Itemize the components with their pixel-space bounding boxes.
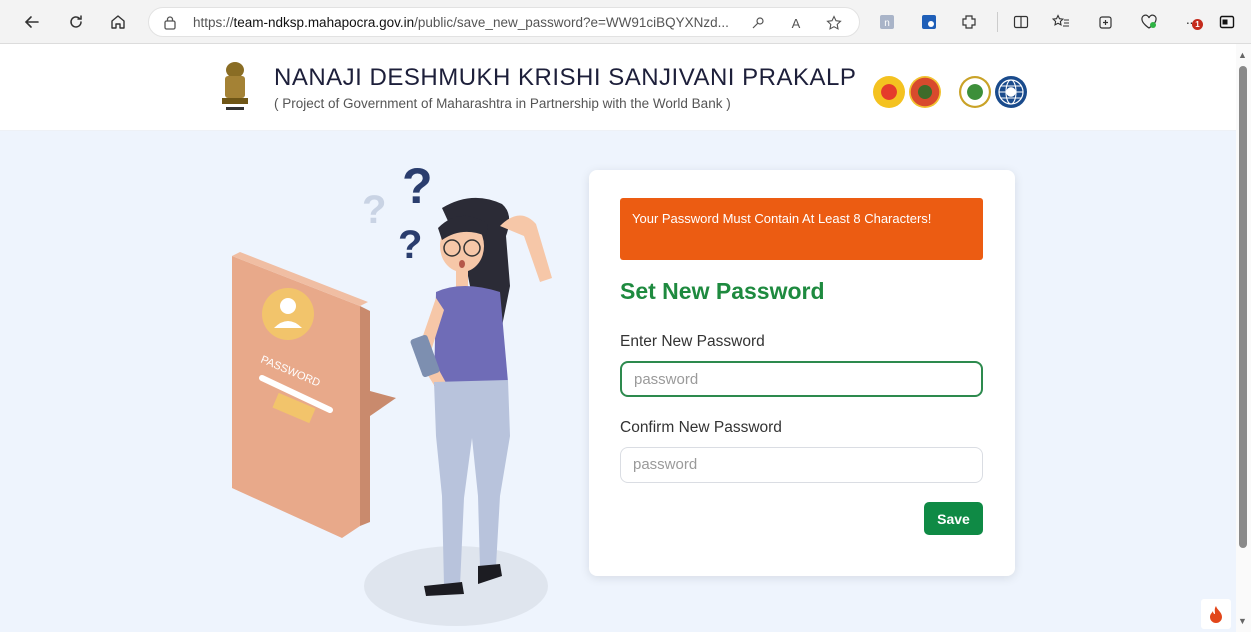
save-button[interactable]: Save xyxy=(924,502,983,535)
form-title: Set New Password xyxy=(620,278,825,304)
collections-icon[interactable] xyxy=(1094,11,1116,33)
confused-woman-password-illustration: PASSWORD ? ? ? xyxy=(210,158,580,632)
favorites-icon[interactable] xyxy=(1050,11,1072,33)
world-bank-logo xyxy=(995,76,1027,108)
browser-toolbar: https://team-ndksp.mahapocra.gov.in/publ… xyxy=(0,0,1251,44)
browser-essentials-icon[interactable] xyxy=(1138,11,1160,33)
new-password-input[interactable]: password xyxy=(620,361,983,397)
svg-text:?: ? xyxy=(362,188,386,232)
site-title: NANAJI DESHMUKH KRISHI SANJIVANI PRAKALP xyxy=(274,64,857,91)
confirm-password-placeholder: password xyxy=(633,456,698,473)
content-area: PASSWORD ? ? ? Your Password Must Contai… xyxy=(0,131,1236,632)
partner-logo xyxy=(959,76,991,108)
scrollbar-thumb[interactable] xyxy=(1239,66,1247,548)
partner-logo xyxy=(873,76,905,108)
more-icon[interactable]: ··· 1 xyxy=(1180,11,1203,33)
split-screen-icon[interactable] xyxy=(1010,11,1032,33)
back-icon[interactable] xyxy=(20,10,44,34)
scroll-down-icon[interactable]: ▼ xyxy=(1238,616,1247,626)
notification-badge: 1 xyxy=(1192,19,1203,30)
favorite-star-icon[interactable] xyxy=(825,14,843,32)
toolbar-divider xyxy=(997,12,998,32)
confirm-password-input[interactable]: password xyxy=(620,447,983,483)
flame-icon[interactable] xyxy=(1201,599,1231,629)
site-header: NANAJI DESHMUKH KRISHI SANJIVANI PRAKALP… xyxy=(0,44,1236,131)
new-password-placeholder: password xyxy=(634,371,699,388)
extension-icon[interactable] xyxy=(958,11,980,33)
key-icon[interactable] xyxy=(749,14,767,32)
set-password-card: Your Password Must Contain At Least 8 Ch… xyxy=(589,170,1015,576)
page: NANAJI DESHMUKH KRISHI SANJIVANI PRAKALP… xyxy=(0,44,1236,632)
extension-icon[interactable]: n xyxy=(876,11,898,33)
site-subtitle: ( Project of Government of Maharashtra i… xyxy=(274,96,731,111)
svg-text:?: ? xyxy=(398,223,422,267)
national-emblem-logo xyxy=(218,58,252,116)
svg-text:n: n xyxy=(884,18,890,29)
read-aloud-icon[interactable]: A xyxy=(787,14,805,32)
refresh-icon[interactable] xyxy=(64,10,88,34)
svg-text:?: ? xyxy=(402,166,433,214)
home-icon[interactable] xyxy=(106,10,130,34)
new-password-label: Enter New Password xyxy=(620,333,765,350)
password-requirement-alert: Your Password Must Contain At Least 8 Ch… xyxy=(620,198,983,260)
vertical-scrollbar[interactable]: ▲ ▼ xyxy=(1236,44,1251,632)
sidebar-icon[interactable] xyxy=(1216,11,1238,33)
address-bar[interactable]: https://team-ndksp.mahapocra.gov.in/publ… xyxy=(148,7,860,37)
partner-logo xyxy=(909,76,941,108)
site-info-icon[interactable] xyxy=(163,15,177,36)
confirm-password-label: Confirm New Password xyxy=(620,419,782,436)
url-text: https://team-ndksp.mahapocra.gov.in/publ… xyxy=(193,15,729,30)
extension-icon[interactable] xyxy=(918,11,940,33)
scroll-up-icon[interactable]: ▲ xyxy=(1238,50,1247,60)
